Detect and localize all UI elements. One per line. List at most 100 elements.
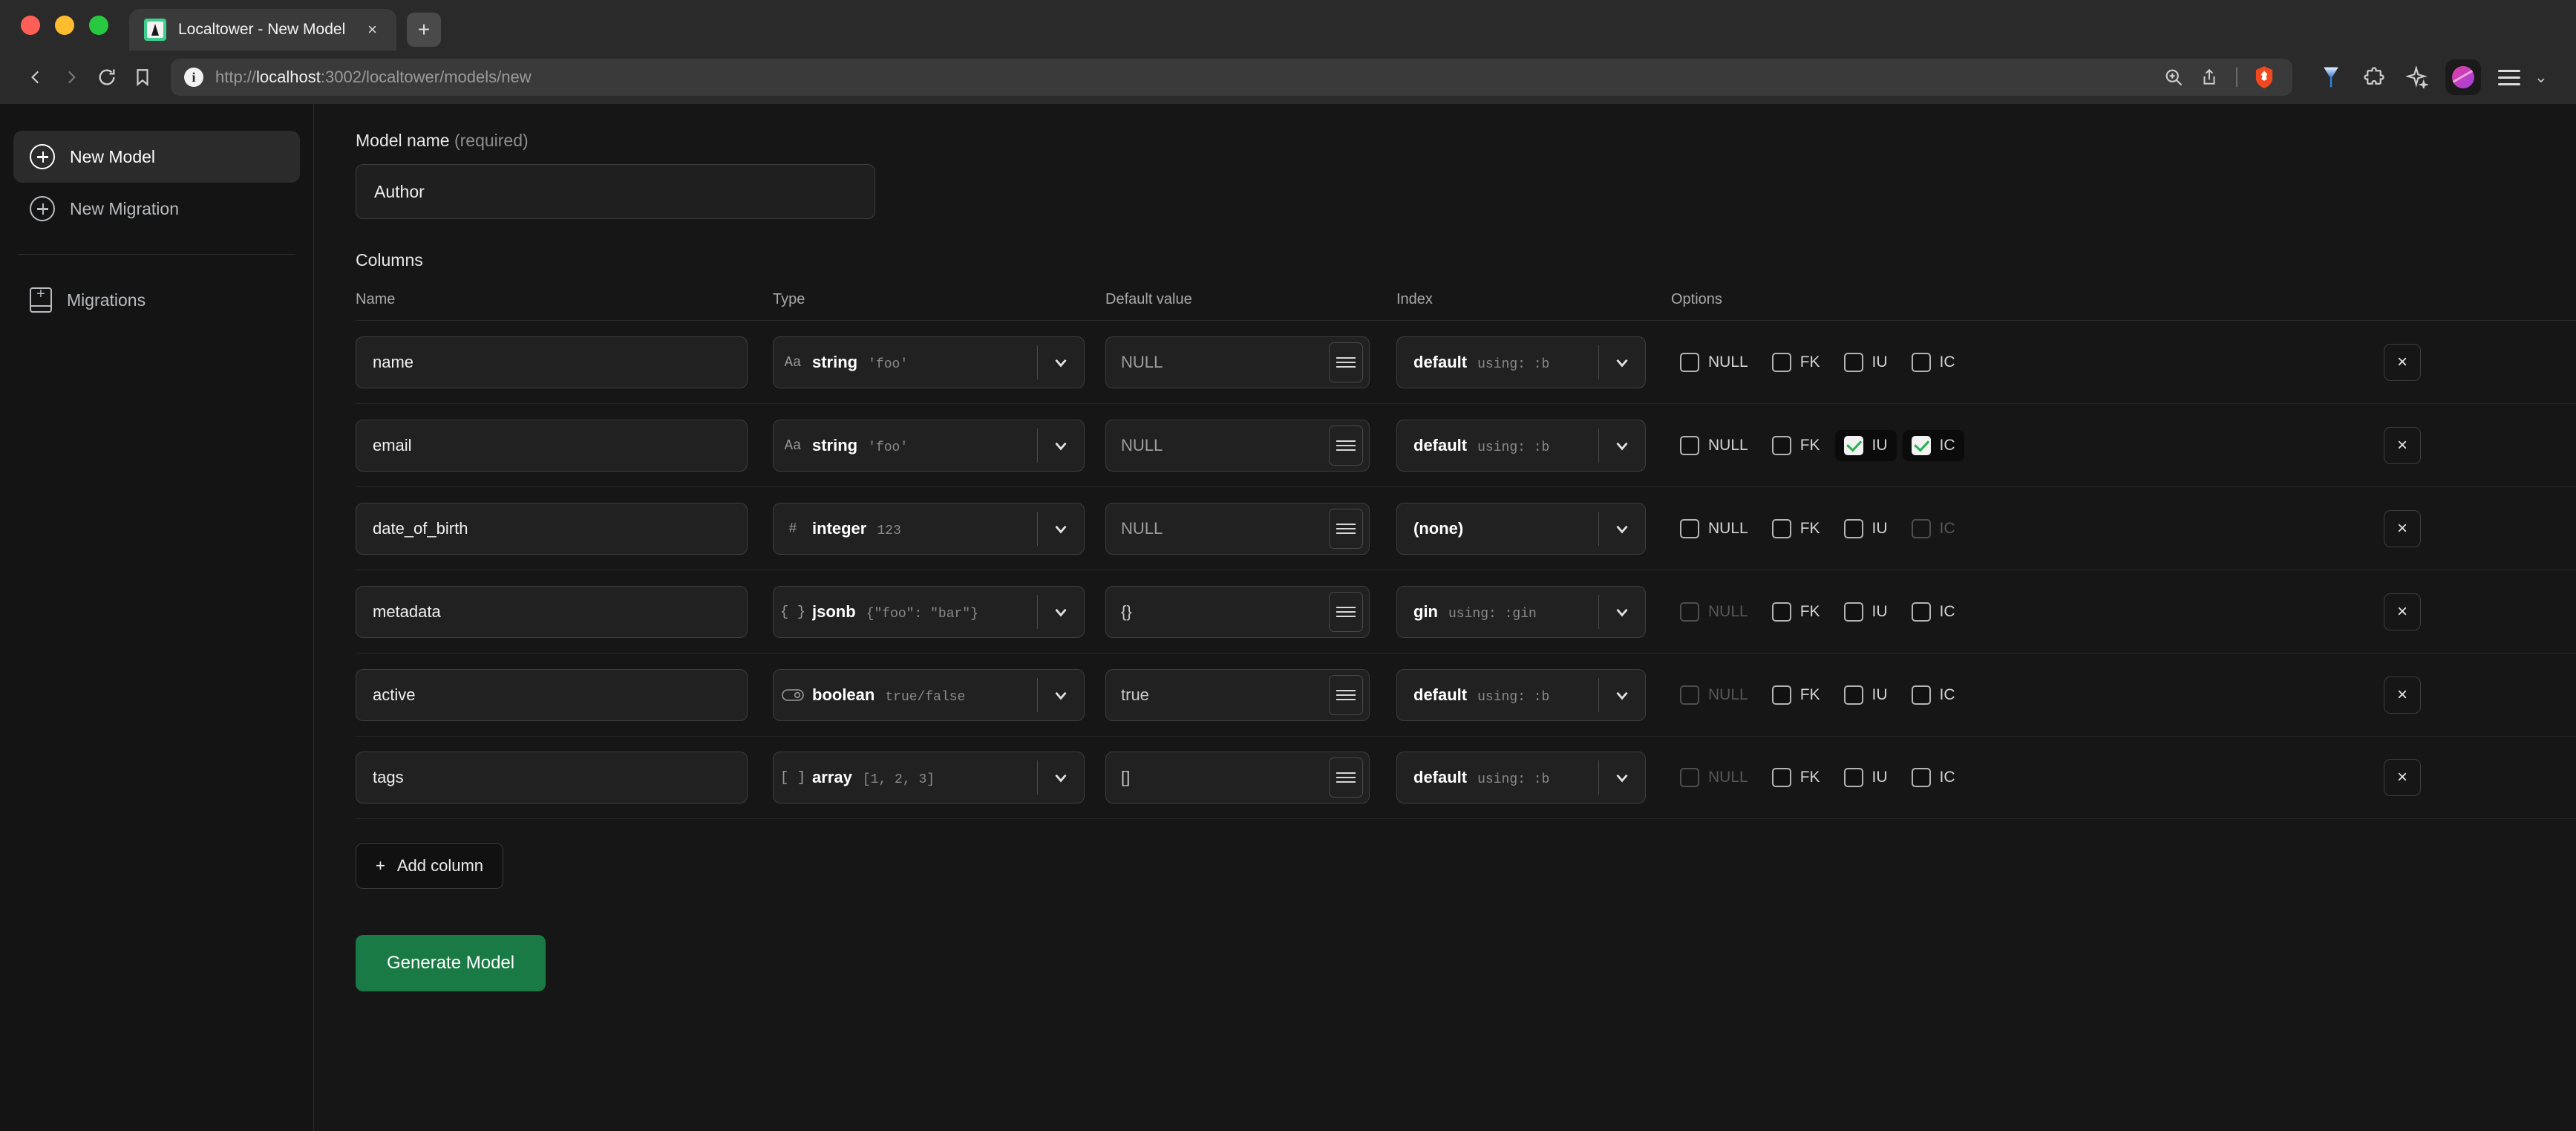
- ic-checkbox[interactable]: [1911, 435, 1931, 455]
- list-menu-icon[interactable]: [1329, 591, 1363, 632]
- option-fk[interactable]: FK: [1763, 762, 1829, 793]
- option-iu[interactable]: IU: [1835, 679, 1897, 711]
- reload-icon[interactable]: [89, 59, 125, 95]
- ic-checkbox[interactable]: [1911, 685, 1931, 705]
- default-value-field[interactable]: [1105, 585, 1370, 638]
- list-menu-icon[interactable]: [1329, 757, 1363, 798]
- default-value-input[interactable]: [1106, 685, 1329, 705]
- fk-checkbox[interactable]: [1771, 435, 1791, 455]
- menu-icon[interactable]: [2494, 62, 2524, 92]
- option-fk[interactable]: FK: [1763, 347, 1829, 378]
- sidebar-item-migrations[interactable]: Migrations: [13, 274, 300, 326]
- list-menu-icon[interactable]: [1329, 674, 1363, 715]
- default-value-input[interactable]: [1106, 352, 1329, 372]
- column-index-select[interactable]: (none): [1396, 502, 1646, 555]
- brave-lion-icon[interactable]: [2249, 62, 2279, 92]
- column-type-select[interactable]: [ ] array [1, 2, 3]: [773, 752, 1085, 804]
- list-menu-icon[interactable]: [1329, 508, 1363, 549]
- fk-checkbox[interactable]: [1771, 602, 1791, 622]
- fk-checkbox[interactable]: [1771, 685, 1791, 705]
- default-value-field[interactable]: [1105, 502, 1370, 555]
- new-tab-button[interactable]: +: [407, 13, 441, 47]
- option-iu[interactable]: IU: [1835, 762, 1897, 793]
- chevron-down-icon[interactable]: ⌄: [2524, 68, 2558, 87]
- maximize-window-button[interactable]: [89, 16, 108, 35]
- default-value-field[interactable]: [1105, 419, 1370, 472]
- option-fk[interactable]: FK: [1763, 430, 1829, 461]
- column-name-input[interactable]: [356, 752, 748, 804]
- fk-checkbox[interactable]: [1771, 768, 1791, 787]
- fk-checkbox[interactable]: [1771, 352, 1791, 372]
- option-iu[interactable]: IU: [1835, 347, 1897, 378]
- browser-tab[interactable]: Localtower - New Model ×: [129, 9, 396, 50]
- column-type-select[interactable]: # integer 123: [773, 502, 1085, 555]
- column-index-select[interactable]: default using: :b: [1396, 419, 1646, 472]
- model-name-input[interactable]: [356, 164, 875, 219]
- sidebar-item-new-migration[interactable]: New Migration: [13, 183, 300, 235]
- default-value-input[interactable]: [1106, 435, 1329, 455]
- column-index-select[interactable]: default using: :b: [1396, 336, 1646, 388]
- default-value-field[interactable]: [1105, 668, 1370, 721]
- iu-checkbox[interactable]: [1843, 352, 1863, 372]
- list-menu-icon[interactable]: [1329, 342, 1363, 382]
- extensions-icon[interactable]: [2359, 62, 2389, 92]
- generate-model-button[interactable]: Generate Model: [356, 935, 546, 991]
- option-ic[interactable]: IC: [1903, 679, 1964, 711]
- fk-checkbox[interactable]: [1771, 518, 1791, 538]
- delete-row-button[interactable]: ×: [2384, 509, 2421, 547]
- option-ic[interactable]: IC: [1903, 762, 1964, 793]
- default-value-field[interactable]: [1105, 336, 1370, 388]
- delete-row-button[interactable]: ×: [2384, 593, 2421, 630]
- iu-checkbox[interactable]: [1843, 435, 1863, 455]
- column-index-select[interactable]: gin using: :gin: [1396, 585, 1646, 638]
- add-column-button[interactable]: + Add column: [356, 843, 504, 889]
- column-type-select[interactable]: boolean true/false: [773, 668, 1085, 721]
- close-window-button[interactable]: [21, 16, 40, 35]
- column-type-select[interactable]: Aa string 'foo': [773, 336, 1085, 388]
- column-name-input[interactable]: [356, 419, 748, 472]
- delete-row-button[interactable]: ×: [2384, 759, 2421, 796]
- back-icon[interactable]: [18, 59, 53, 95]
- minimize-window-button[interactable]: [55, 16, 74, 35]
- option-null[interactable]: NULL: [1671, 347, 1757, 378]
- option-ic[interactable]: IC: [1903, 347, 1964, 378]
- ic-checkbox[interactable]: [1911, 352, 1931, 372]
- iu-checkbox[interactable]: [1843, 518, 1863, 538]
- delete-row-button[interactable]: ×: [2384, 343, 2421, 381]
- option-fk[interactable]: FK: [1763, 679, 1829, 711]
- delete-row-button[interactable]: ×: [2384, 676, 2421, 714]
- column-name-input[interactable]: [356, 668, 748, 721]
- option-fk[interactable]: FK: [1763, 513, 1829, 544]
- forward-icon[interactable]: [53, 59, 89, 95]
- default-value-input[interactable]: [1106, 768, 1329, 787]
- ic-checkbox[interactable]: [1911, 768, 1931, 787]
- null-checkbox[interactable]: [1680, 435, 1699, 455]
- column-type-select[interactable]: Aa string 'foo': [773, 419, 1085, 472]
- option-null[interactable]: NULL: [1671, 513, 1757, 544]
- iu-checkbox[interactable]: [1843, 685, 1863, 705]
- site-info-icon[interactable]: i: [184, 68, 203, 87]
- column-name-input[interactable]: [356, 336, 748, 388]
- null-checkbox[interactable]: [1680, 518, 1699, 538]
- delete-row-button[interactable]: ×: [2384, 426, 2421, 464]
- zoom-search-icon[interactable]: [2159, 62, 2188, 92]
- tab-close-icon[interactable]: ×: [363, 19, 382, 41]
- column-type-select[interactable]: { } jsonb {"foo": "bar"}: [773, 585, 1085, 638]
- ic-checkbox[interactable]: [1911, 602, 1931, 622]
- column-name-input[interactable]: [356, 585, 748, 638]
- default-value-input[interactable]: [1106, 602, 1329, 622]
- column-index-select[interactable]: default using: :b: [1396, 668, 1646, 721]
- option-fk[interactable]: FK: [1763, 596, 1829, 628]
- vpn-icon[interactable]: [2316, 62, 2346, 92]
- null-checkbox[interactable]: [1680, 352, 1699, 372]
- profile-avatar[interactable]: [2445, 59, 2481, 95]
- leo-ai-icon[interactable]: [2402, 62, 2432, 92]
- option-ic[interactable]: IC: [1902, 429, 1964, 461]
- sidebar-item-new-model[interactable]: New Model: [13, 131, 300, 183]
- default-value-field[interactable]: [1105, 752, 1370, 804]
- share-icon[interactable]: [2194, 62, 2224, 92]
- column-index-select[interactable]: default using: :b: [1396, 752, 1646, 804]
- iu-checkbox[interactable]: [1843, 768, 1863, 787]
- bookmark-icon[interactable]: [125, 59, 160, 95]
- column-name-input[interactable]: [356, 502, 748, 555]
